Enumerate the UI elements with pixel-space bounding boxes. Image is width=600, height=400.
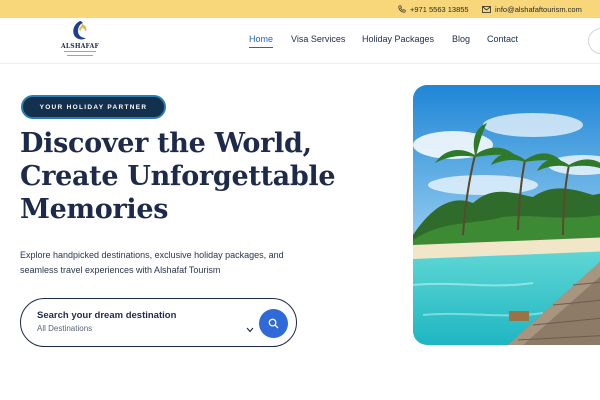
hero-badge: YOUR HOLIDAY PARTNER xyxy=(21,95,166,119)
hero-title: Discover the World, Create Unforgettable… xyxy=(20,127,380,226)
nav-item-holiday-packages[interactable]: Holiday Packages xyxy=(362,34,434,44)
search-icon xyxy=(268,318,279,329)
search-button[interactable] xyxy=(259,309,288,338)
hero-beach-image xyxy=(413,85,600,345)
chevron-down-icon[interactable] xyxy=(246,327,254,333)
destination-select[interactable]: All Destinations xyxy=(37,324,257,336)
hero-title-line: Create Unforgettable xyxy=(20,161,336,192)
destination-search-box: Search your dream destination All Destin… xyxy=(20,298,297,347)
site-logo[interactable]: ALSHAFAF xyxy=(58,20,102,62)
email-address: info@alshafaftourism.com xyxy=(495,4,582,14)
logo-wordmark: ALSHAFAF xyxy=(61,43,99,50)
nav-item-contact[interactable]: Contact xyxy=(487,34,518,44)
nav-item-home[interactable]: Home xyxy=(249,34,274,48)
hero-description-line: seamless travel experiences with Alshafa… xyxy=(20,265,221,275)
hero-title-line: Memories xyxy=(20,194,169,225)
hero-description: Explore handpicked destinations, exclusi… xyxy=(20,248,330,278)
phone-contact[interactable]: +971 5563 13855 xyxy=(398,0,469,18)
logo-tagline-line-2 xyxy=(67,55,93,56)
logo-tagline-line xyxy=(64,51,96,52)
email-contact[interactable]: info@alshafaftourism.com xyxy=(482,0,582,18)
phone-number: +971 5563 13855 xyxy=(410,4,469,14)
search-label: Search your dream destination xyxy=(37,310,177,321)
mail-icon xyxy=(482,5,491,13)
phone-icon xyxy=(398,5,406,13)
nav-item-blog[interactable]: Blog xyxy=(452,34,470,44)
top-contact-bar: +971 5563 13855 info@alshafaftourism.com xyxy=(0,0,600,18)
logo-falcon-icon xyxy=(73,21,87,40)
hero-description-line: Explore handpicked destinations, exclusi… xyxy=(20,250,284,260)
hero-title-line: Discover the World, xyxy=(20,128,312,159)
nav-action-button[interactable] xyxy=(588,28,600,54)
nav-item-visa-services[interactable]: Visa Services xyxy=(291,34,345,44)
main-navigation: ALSHAFAF Home Visa Services Holiday Pack… xyxy=(0,18,600,64)
